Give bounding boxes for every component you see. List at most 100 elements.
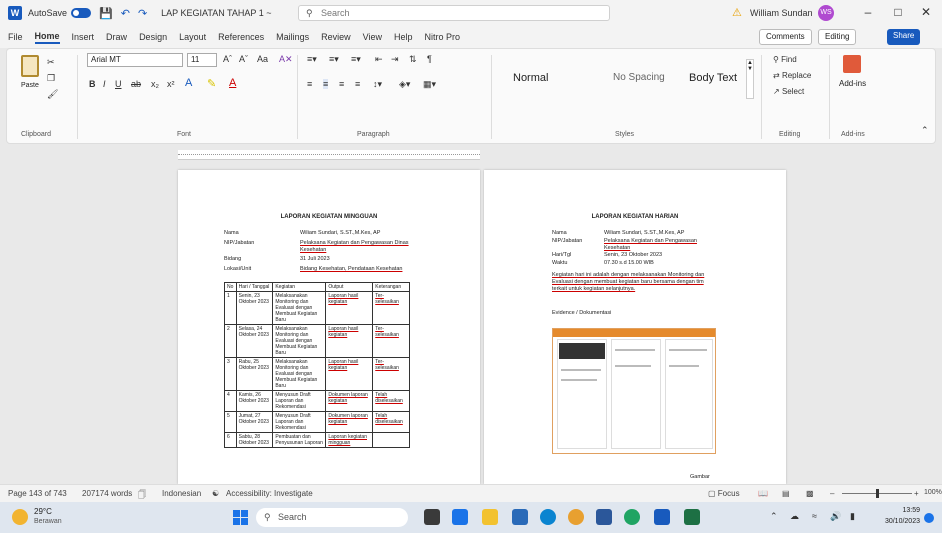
style-normal[interactable]: Normal <box>507 57 575 99</box>
subscript-icon[interactable]: x₂ <box>151 79 159 89</box>
format-painter-icon[interactable]: 🖌 <box>47 89 58 100</box>
menu-mailings[interactable]: Mailings <box>276 32 309 42</box>
style-body-text[interactable]: Body Text <box>683 57 745 99</box>
redo-icon[interactable]: ↷ <box>138 7 147 20</box>
user-name[interactable]: William Sundan <box>750 8 813 18</box>
comments-button[interactable]: Comments <box>759 29 812 45</box>
weather-temperature[interactable]: 29°C <box>34 507 52 516</box>
file-explorer-icon[interactable] <box>482 509 498 525</box>
menu-view[interactable]: View <box>363 32 382 42</box>
share-button[interactable]: Share <box>887 29 921 45</box>
clear-formatting-icon[interactable]: A✕ <box>279 54 293 65</box>
clock-time[interactable]: 13:59 <box>884 507 920 514</box>
change-case-icon[interactable]: Aa <box>257 54 268 64</box>
editing-mode-button[interactable]: Editing <box>818 29 857 45</box>
windows-start-icon[interactable] <box>233 510 248 525</box>
bullets-icon[interactable]: ≡▾ <box>307 54 317 65</box>
document-title[interactable]: LAP KEGIATAN TAHAP 1 ~ <box>161 8 271 18</box>
paste-button[interactable]: Paste <box>21 82 39 89</box>
menu-design[interactable]: Design <box>139 32 167 42</box>
print-layout-icon[interactable]: ▤ <box>782 489 790 498</box>
clock-date[interactable]: 30/10/2023 <box>878 518 920 525</box>
zoom-level[interactable]: 100% <box>924 489 942 496</box>
align-right-icon[interactable]: ≡ <box>339 79 344 89</box>
shading-icon[interactable]: ◈▾ <box>399 79 410 90</box>
collapse-ribbon-icon[interactable]: ⌃ <box>921 125 929 136</box>
word-count[interactable]: 207174 words <box>82 489 132 498</box>
menu-layout[interactable]: Layout <box>179 32 206 42</box>
accessibility-status[interactable]: Accessibility: Investigate <box>226 489 313 498</box>
avatar[interactable]: WS <box>818 5 834 21</box>
strikethrough-icon[interactable]: ab <box>131 79 141 89</box>
borders-icon[interactable]: ▦▾ <box>423 79 436 90</box>
minimize-icon[interactable]: – <box>858 5 878 19</box>
menu-draw[interactable]: Draw <box>106 32 127 42</box>
language-status[interactable]: Indonesian <box>162 489 201 498</box>
superscript-icon[interactable]: x² <box>167 79 175 89</box>
align-center-icon[interactable]: ≡ <box>323 79 329 89</box>
menu-references[interactable]: References <box>218 32 264 42</box>
grow-font-icon[interactable]: Aˆ <box>223 54 232 64</box>
underline-icon[interactable]: U <box>115 79 122 89</box>
decrease-indent-icon[interactable]: ⇤ <box>375 54 383 65</box>
chrome-icon[interactable] <box>624 509 640 525</box>
italic-icon[interactable]: I <box>103 79 106 89</box>
read-mode-icon[interactable]: 📖 <box>758 489 768 498</box>
zoom-slider-thumb[interactable] <box>876 489 879 498</box>
document-area[interactable]: LAPORAN KEGIATAN MINGGUAN Nama Wiliam Su… <box>0 144 942 484</box>
edge-icon[interactable] <box>540 509 556 525</box>
store-icon[interactable] <box>512 509 528 525</box>
photos-icon[interactable] <box>596 509 612 525</box>
weather-description[interactable]: Berawan <box>34 518 62 525</box>
title-search-box[interactable]: ⚲ Search <box>298 5 610 21</box>
align-left-icon[interactable]: ≡ <box>307 79 312 89</box>
battery-icon[interactable]: ▮ <box>850 511 855 522</box>
wifi-icon[interactable]: ≈ <box>812 511 817 521</box>
cut-icon[interactable]: ✂ <box>47 57 55 68</box>
multilevel-list-icon[interactable]: ≡▾ <box>351 54 361 65</box>
menu-help[interactable]: Help <box>394 32 413 42</box>
zoom-in-icon[interactable]: + <box>914 489 919 498</box>
styles-scroll-button[interactable]: ▲ ▼ <box>746 59 754 99</box>
increase-indent-icon[interactable]: ⇥ <box>391 54 399 65</box>
font-size-select[interactable]: 11 <box>187 53 217 67</box>
menu-nitro-pro[interactable]: Nitro Pro <box>425 32 461 42</box>
firefox-icon[interactable] <box>568 509 584 525</box>
line-spacing-icon[interactable]: ↕▾ <box>373 79 382 90</box>
excel-taskbar-icon[interactable] <box>684 509 700 525</box>
menu-file[interactable]: File <box>8 32 23 42</box>
menu-home[interactable]: Home <box>34 31 60 44</box>
select-button[interactable]: ↗ Select <box>773 87 804 96</box>
font-name-select[interactable]: Arial MT <box>87 53 183 67</box>
teams-icon[interactable] <box>452 509 468 525</box>
save-icon[interactable]: 💾 <box>99 7 113 20</box>
find-button[interactable]: ⚲ Find <box>773 55 797 64</box>
replace-button[interactable]: ⇄ Replace <box>773 71 811 80</box>
page-count[interactable]: Page 143 of 743 <box>8 489 67 498</box>
task-view-icon[interactable] <box>424 509 440 525</box>
weather-icon[interactable] <box>12 509 28 525</box>
menu-review[interactable]: Review <box>321 32 351 42</box>
focus-button[interactable]: ▢ Focus <box>708 489 740 498</box>
document-page-2[interactable]: LAPORAN KEGIATAN HARIAN Nama Wiliam Sund… <box>484 170 786 484</box>
document-page-1[interactable]: LAPORAN KEGIATAN MINGGUAN Nama Wiliam Su… <box>178 170 480 484</box>
numbering-icon[interactable]: ≡▾ <box>329 54 339 65</box>
autosave-toggle[interactable] <box>71 8 92 18</box>
notification-icon[interactable] <box>924 513 934 523</box>
font-color-icon[interactable]: A <box>229 77 236 89</box>
undo-icon[interactable]: ↶ <box>121 7 130 20</box>
accessibility-icon[interactable]: ☯ <box>212 489 219 498</box>
evidence-screenshot[interactable] <box>552 328 716 454</box>
show-formatting-icon[interactable]: ¶ <box>427 54 432 64</box>
zoom-out-icon[interactable]: – <box>830 489 834 498</box>
volume-icon[interactable]: 🔊 <box>830 511 841 522</box>
close-icon[interactable]: ✕ <box>916 5 936 19</box>
bold-icon[interactable]: B <box>89 79 96 89</box>
web-layout-icon[interactable]: ▩ <box>806 489 814 498</box>
justify-icon[interactable]: ≡ <box>355 79 360 89</box>
taskbar-search[interactable]: ⚲ Search <box>256 508 408 527</box>
word-taskbar-icon[interactable] <box>654 509 670 525</box>
menu-insert[interactable]: Insert <box>72 32 95 42</box>
maximize-icon[interactable]: □ <box>888 5 908 19</box>
add-ins-button[interactable]: Add-ins <box>839 79 866 88</box>
